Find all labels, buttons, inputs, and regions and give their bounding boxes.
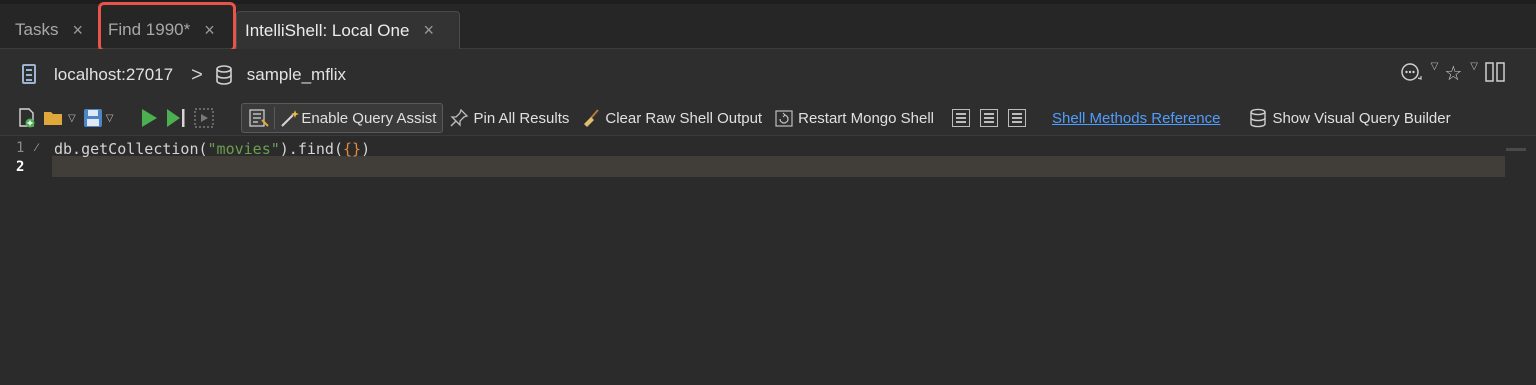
code-string: "movies"	[207, 140, 280, 158]
chevron-down-icon[interactable]: ▽	[68, 113, 76, 124]
overview-ruler-marker	[1506, 148, 1526, 151]
pin-all-results-button[interactable]: Pin All Results	[449, 108, 569, 128]
broom-icon	[584, 109, 600, 127]
breadcrumb-database[interactable]: sample_mflix	[247, 65, 346, 85]
shell-methods-reference-link[interactable]: Shell Methods Reference	[1052, 110, 1220, 127]
highlight-box	[98, 2, 236, 52]
breadcrumb-separator: >	[191, 63, 203, 86]
close-icon[interactable]: ×	[423, 20, 434, 41]
clear-raw-shell-output-label: Clear Raw Shell Output	[605, 109, 763, 127]
restart-icon	[775, 110, 793, 127]
toolbar: ▽ ▽ Enable Query Assist Pin All Results …	[0, 101, 1536, 136]
format-icon[interactable]	[952, 109, 971, 127]
active-line-highlight	[52, 156, 1505, 177]
show-visual-query-builder-label: Show Visual Query Builder	[1272, 109, 1451, 127]
chevron-down-icon[interactable]: ▽	[1431, 61, 1439, 89]
database-icon	[1250, 108, 1267, 128]
chevron-down-icon[interactable]: ▽	[106, 113, 114, 124]
server-icon	[22, 64, 40, 86]
database-icon	[215, 65, 233, 85]
query-assist-icon	[249, 109, 270, 127]
run-selected-icon[interactable]	[193, 107, 215, 129]
close-icon[interactable]: ×	[72, 20, 83, 41]
line-number: 2	[16, 159, 25, 175]
code-mid: ).find(	[279, 140, 343, 158]
restart-mongo-shell-label: Restart Mongo Shell	[798, 109, 935, 127]
save-icon[interactable]: ▽	[82, 107, 114, 129]
star-icon[interactable]: ☆	[1444, 61, 1462, 89]
pin-all-results-label: Pin All Results	[473, 109, 570, 127]
tab-label: Tasks	[15, 20, 59, 39]
query-assist-group: Enable Query Assist	[241, 103, 444, 133]
indent-icon[interactable]	[980, 109, 999, 127]
pin-icon: ⁄	[36, 142, 38, 154]
split-view-icon[interactable]	[1484, 61, 1506, 89]
tab-label: IntelliShell: Local One	[245, 20, 410, 40]
breadcrumb: localhost:27017 > sample_mflix ▽ ☆ ▽	[0, 49, 1536, 101]
chevron-down-icon[interactable]: ▽	[1470, 61, 1478, 89]
magic-wand-icon	[281, 110, 300, 127]
enable-query-assist-button[interactable]: Enable Query Assist	[241, 103, 444, 133]
code-prefix: db.getCollection(	[54, 140, 208, 158]
run-step-icon[interactable]	[165, 107, 187, 129]
outdent-icon[interactable]	[1008, 109, 1027, 127]
run-icon[interactable]	[139, 107, 159, 129]
tab-intellishell[interactable]: IntelliShell: Local One ×	[236, 11, 460, 49]
line-gutter: 1 ⁄ 2	[0, 136, 50, 385]
new-script-icon[interactable]	[16, 107, 38, 129]
history-icon[interactable]	[1399, 61, 1423, 89]
code-line[interactable]: db.getCollection("movies").find({})	[54, 140, 370, 158]
tab-tasks[interactable]: Tasks ×	[7, 12, 97, 48]
code-suffix: )	[361, 140, 371, 158]
pin-icon	[450, 108, 469, 127]
open-folder-icon[interactable]: ▽	[42, 107, 76, 129]
enable-query-assist-label: Enable Query Assist	[301, 109, 437, 127]
code-editor[interactable]: 1 ⁄ 2 db.getCollection("movies").find({}…	[0, 136, 1536, 385]
show-visual-query-builder-button[interactable]: Show Visual Query Builder	[1248, 108, 1451, 128]
breadcrumb-server[interactable]: localhost:27017	[54, 65, 173, 85]
clear-raw-shell-output-button[interactable]: Clear Raw Shell Output	[581, 108, 762, 128]
line-number: 1	[16, 140, 25, 156]
code-braces: {}	[343, 140, 362, 158]
view-controls: ▽ ☆ ▽	[1399, 61, 1506, 89]
restart-mongo-shell-button[interactable]: Restart Mongo Shell	[774, 108, 934, 128]
